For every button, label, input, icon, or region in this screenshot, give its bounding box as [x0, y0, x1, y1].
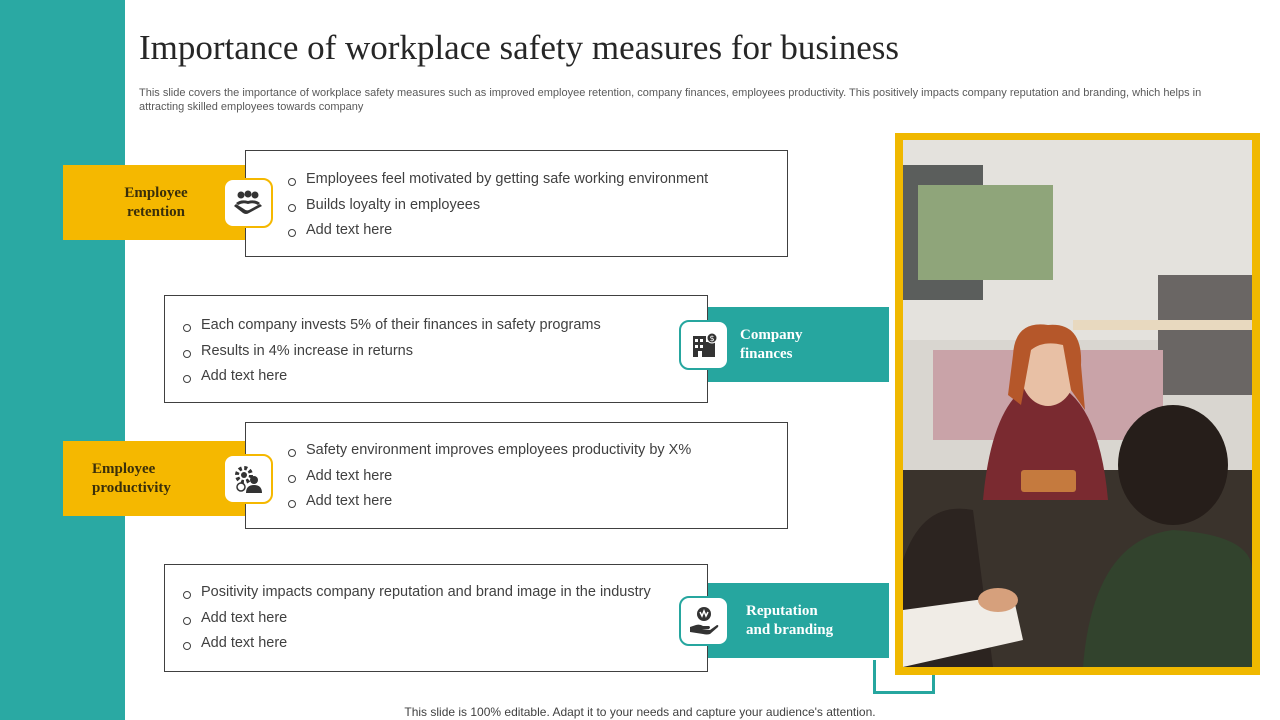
meeting-photo: [903, 140, 1252, 667]
bullet-item: Add text here: [181, 631, 707, 657]
bullet-item: Builds loyalty in employees: [286, 193, 787, 219]
bullet-item: Safety environment improves employees pr…: [286, 438, 787, 464]
label-reputation-branding: Reputation and branding: [712, 583, 889, 658]
label-line: Company: [740, 326, 803, 343]
bullet-item: Add text here: [286, 489, 787, 515]
label-line: Employee: [92, 460, 156, 477]
text-box-employee-productivity: Safety environment improves employees pr…: [245, 422, 788, 529]
label-line: productivity: [92, 479, 171, 496]
building-finance-icon: $: [679, 320, 729, 370]
bullet-item: Add text here: [286, 464, 787, 490]
bullet-item: Add text here: [181, 606, 707, 632]
text-box-employee-retention: Employees feel motivated by getting safe…: [245, 150, 788, 257]
handshake-group-icon: [223, 178, 273, 228]
label-line: and branding: [746, 621, 834, 638]
text-box-reputation-branding: Positivity impacts company reputation an…: [164, 564, 708, 672]
page-title: Importance of workplace safety measures …: [139, 28, 900, 67]
label-line: Employee: [124, 184, 188, 201]
bullet-item: Each company invests 5% of their finance…: [181, 313, 707, 339]
label-line: retention: [126, 203, 186, 220]
svg-text:$: $: [709, 334, 714, 343]
label-employee-retention: Employee retention: [63, 165, 243, 240]
label-line: finances: [740, 345, 793, 362]
text-box-company-finances: Each company invests 5% of their finance…: [164, 295, 708, 403]
footer-note: This slide is 100% editable. Adapt it to…: [404, 705, 876, 719]
bullet-item: Add text here: [181, 364, 707, 390]
bullet-item: Positivity impacts company reputation an…: [181, 580, 707, 606]
gear-person-icon: [223, 454, 273, 504]
side-accent-strip: [0, 0, 125, 720]
bullet-item: Employees feel motivated by getting safe…: [286, 167, 787, 193]
page-subtitle: This slide covers the importance of work…: [139, 87, 1202, 113]
bullet-item: Results in 4% increase in returns: [181, 339, 707, 365]
label-company-finances: Company finances: [712, 307, 889, 382]
hand-badge-icon: [679, 596, 729, 646]
bullet-item: Add text here: [286, 218, 787, 244]
label-employee-productivity: Employee productivity: [63, 441, 243, 516]
label-line: Reputation: [746, 602, 818, 619]
